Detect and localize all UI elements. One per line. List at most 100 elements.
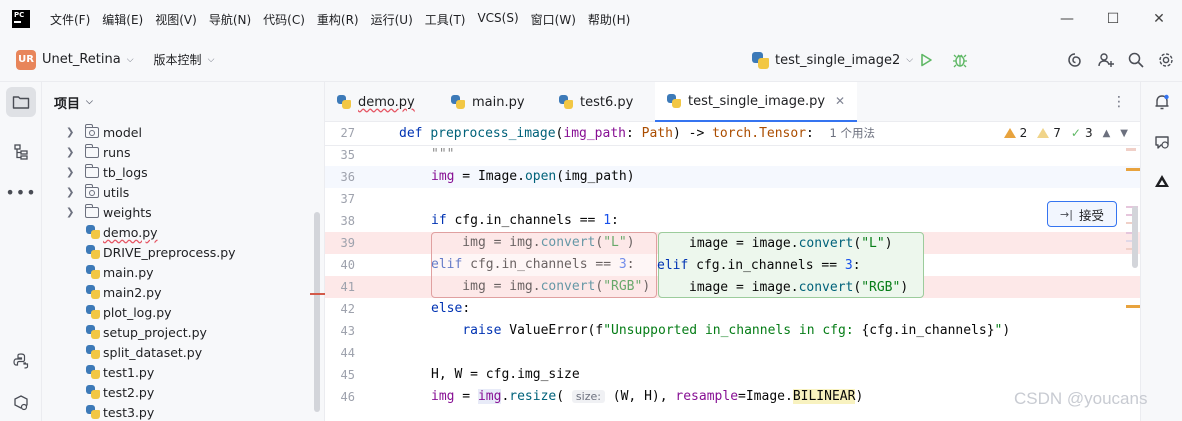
tree-item-label: plot_log.py — [103, 304, 172, 320]
menu-window[interactable]: 窗口(W) — [525, 11, 582, 28]
python-file-icon — [667, 94, 681, 108]
tree-item-label: main.py — [103, 264, 154, 280]
chevron-down-icon[interactable]: ⌵ — [86, 97, 93, 107]
services-icon — [14, 395, 28, 411]
chevron-right-icon[interactable]: ❯ — [66, 207, 74, 218]
editor-scrollbar[interactable] — [1124, 122, 1140, 421]
tree-item-weights[interactable]: ❯ weights — [42, 202, 312, 222]
run-icon[interactable] — [915, 49, 937, 71]
accept-suggestion-button[interactable]: →| 接受 — [1047, 201, 1117, 227]
chevron-right-icon[interactable]: ❯ — [66, 127, 74, 138]
chevron-down-icon[interactable]: ⌵ — [127, 55, 134, 65]
tree-item-demo-py[interactable]: demo.py — [42, 222, 312, 242]
tree-item-runs[interactable]: ❯ runs — [42, 142, 312, 162]
project-panel: 项目 ⌵ ❯ model ❯ runs ❯ tb_logs ❯ utils ❯ … — [42, 82, 326, 421]
suggestion-line: image = image.convert("RGB") — [689, 280, 909, 295]
tree-item-plot-log-py[interactable]: plot_log.py — [42, 302, 312, 322]
tree-item-main-py[interactable]: main.py — [42, 262, 312, 282]
menu-navigate[interactable]: 导航(N) — [203, 11, 257, 28]
package-folder-icon — [85, 184, 99, 198]
tree-item-main2-py[interactable]: main2.py — [42, 282, 312, 302]
search-icon[interactable] — [1125, 49, 1147, 71]
chevron-right-icon[interactable]: ❯ — [66, 187, 74, 198]
project-tool-button[interactable] — [6, 87, 36, 117]
menu-view[interactable]: 视图(V) — [149, 11, 203, 28]
python-file-icon — [86, 305, 100, 319]
inspection-widget[interactable]: 2 7 ✓ 3 ▲ ▼ — [1003, 126, 1128, 140]
chevron-up-icon[interactable]: ▲ — [1103, 128, 1111, 139]
line-number: 37 — [340, 192, 355, 206]
sticky-header-line[interactable]: 27 def preprocess_image(img_path: Path) … — [325, 122, 1140, 146]
tree-item-utils[interactable]: ❯ utils — [42, 182, 312, 202]
python-packages-button[interactable] — [6, 346, 36, 376]
tree-item-test2-py[interactable]: test2.py — [42, 382, 312, 402]
tree-item-tb-logs[interactable]: ❯ tb_logs — [42, 162, 312, 182]
typo-count: 3 — [1084, 126, 1093, 140]
notifications-button[interactable] — [1147, 87, 1177, 117]
ai-suggestion-box[interactable]: image = image.convert("L") elif cfg.in_c… — [657, 232, 924, 298]
project-selector[interactable]: Unet_Retina — [42, 52, 121, 67]
python-file-icon — [86, 245, 100, 259]
line-number: 46 — [340, 390, 355, 404]
line-number: 43 — [340, 324, 355, 338]
debug-icon[interactable] — [949, 49, 971, 71]
project-panel-header[interactable]: 项目 ⌵ — [42, 82, 324, 122]
tab-label: main.py — [472, 94, 525, 110]
project-badge[interactable]: UR — [16, 49, 36, 70]
tree-item-model[interactable]: ❯ model — [42, 122, 312, 142]
warning-icon — [1003, 128, 1016, 138]
usages-hint[interactable]: 1 个用法 — [830, 126, 875, 140]
tab-demo-py[interactable]: demo.py — [337, 82, 415, 122]
tab-test6-py[interactable]: test6.py — [559, 82, 633, 122]
python-file-icon — [86, 265, 100, 279]
tab-test-single-image-py[interactable]: test_single_image.py ✕ — [655, 82, 858, 122]
chevron-down-icon[interactable]: ▼ — [1120, 128, 1128, 139]
gear-icon[interactable] — [1155, 49, 1177, 71]
structure-tool-button[interactable] — [6, 137, 36, 167]
python-file-icon — [86, 345, 100, 359]
copilot-button[interactable] — [1147, 167, 1177, 197]
code-line: img = Image.open(img_path) — [431, 169, 635, 184]
project-panel-scrollbar[interactable] — [314, 212, 320, 412]
pycharm-logo-icon[interactable]: PC — [12, 10, 30, 28]
menu-vcs[interactable]: VCS(S) — [471, 11, 524, 28]
error-marker — [310, 293, 326, 295]
python-file-icon — [86, 325, 100, 339]
vcs-selector[interactable]: 版本控制 — [154, 51, 202, 68]
tree-item-drive-preprocess-py[interactable]: DRIVE_preprocess.py — [42, 242, 312, 262]
close-tab-icon[interactable]: ✕ — [835, 94, 845, 108]
more-vertical-icon[interactable]: ⋮ — [1112, 94, 1126, 110]
code-editor[interactable]: 27 def preprocess_image(img_path: Path) … — [325, 122, 1140, 421]
menu-file[interactable]: 文件(F) — [44, 11, 96, 28]
run-config-selector[interactable]: test_single_image2 ⌵ — [752, 38, 913, 82]
tab-main-py[interactable]: main.py — [451, 82, 525, 122]
folder-icon — [85, 144, 99, 158]
tab-label: test_single_image.py — [688, 93, 826, 109]
menu-refactor[interactable]: 重构(R) — [311, 11, 365, 28]
services-tool-button[interactable] — [6, 388, 36, 418]
chevron-right-icon[interactable]: ❯ — [66, 147, 74, 158]
maximize-button[interactable]: ☐ — [1090, 0, 1136, 38]
line-number: 38 — [340, 214, 355, 228]
add-user-icon[interactable] — [1095, 49, 1117, 71]
tree-item-test3-py[interactable]: test3.py — [42, 402, 312, 421]
menu-edit[interactable]: 编辑(E) — [96, 11, 149, 28]
tree-item-setup-project-py[interactable]: setup_project.py — [42, 322, 312, 342]
menu-tools[interactable]: 工具(T) — [419, 11, 472, 28]
menu-help[interactable]: 帮助(H) — [582, 11, 636, 28]
python-file-icon — [752, 51, 769, 69]
code-line: else: — [431, 301, 471, 316]
chevron-down-icon[interactable]: ⌵ — [208, 55, 215, 65]
minimize-button[interactable]: — — [1044, 0, 1090, 38]
tree-item-label: test2.py — [103, 384, 155, 400]
close-window-button[interactable]: ✕ — [1136, 0, 1182, 38]
chevron-down-icon[interactable]: ⌵ — [906, 55, 913, 65]
more-tools-button[interactable]: ••• — [5, 177, 36, 207]
ai-assistant-icon[interactable] — [1064, 49, 1086, 71]
tree-item-split-dataset-py[interactable]: split_dataset.py — [42, 342, 312, 362]
chevron-right-icon[interactable]: ❯ — [66, 167, 74, 178]
tree-item-test1-py[interactable]: test1.py — [42, 362, 312, 382]
menu-code[interactable]: 代码(C) — [257, 11, 311, 28]
menu-run[interactable]: 运行(U) — [365, 11, 419, 28]
ai-chat-button[interactable] — [1147, 127, 1177, 157]
